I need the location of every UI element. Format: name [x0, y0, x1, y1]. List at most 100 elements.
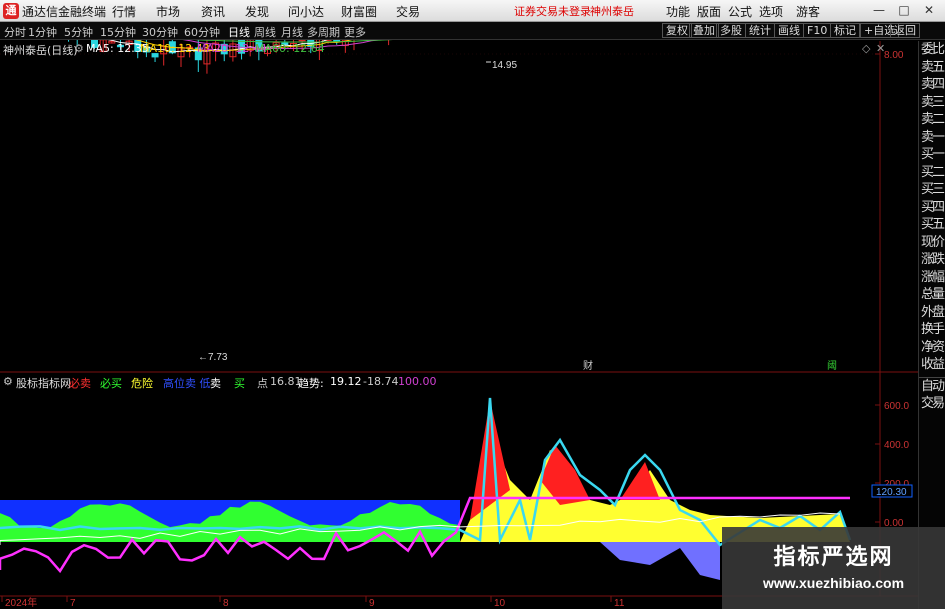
menu-item-ask[interactable]: 问小达: [288, 3, 324, 20]
trend-value-1: 19.12: [330, 375, 362, 388]
sidebar-item[interactable]: 自动: [919, 378, 945, 396]
menu-item-wealth[interactable]: 财富圈: [341, 3, 377, 20]
period-toolbar: 分时 1分钟 5分钟 15分钟 30分钟 60分钟 日线 周线 月线 多周期 更…: [0, 22, 945, 40]
trend-value-3: 100.00: [398, 375, 437, 388]
point-value: 16.81: [270, 375, 302, 388]
menu-item-function[interactable]: 功能: [666, 3, 690, 20]
ind-tick-label: 400.0: [884, 440, 909, 451]
trend-label: 趋势:: [298, 377, 324, 390]
high-price-label: 14.95: [492, 60, 517, 71]
app-title: 通达信金融终端: [22, 5, 107, 19]
label-sell: 卖: [210, 377, 221, 390]
quote-sidebar: 委比 卖五 卖四 卖三 卖二 卖一 买一 买二 买三 买四 买五 现价 涨跌 涨幅 总量 外盘 换手 净资 收益 自动…: [918, 41, 945, 609]
period-tab-30min[interactable]: 30分钟: [142, 24, 178, 40]
sidebar-item: 换手: [920, 322, 945, 337]
label-point: 点: [257, 377, 268, 390]
sidebar-item: 净资: [920, 339, 945, 355]
menu-item-discover[interactable]: 发现: [245, 3, 269, 20]
sidebar-item[interactable]: 交易: [919, 395, 945, 413]
sidebar-item: 卖二: [920, 112, 945, 127]
watermark: 指标严选网 www.xuezhibiao.com: [722, 527, 945, 609]
expand-icon[interactable]: ◇: [862, 42, 870, 55]
earnings-marker: 财: [583, 359, 593, 372]
indicator-settings-icon[interactable]: ⚙: [3, 375, 13, 388]
menu-item-market[interactable]: 市场: [156, 3, 180, 20]
current-tag-label: 120.30: [876, 487, 907, 498]
minimize-icon[interactable]: —: [870, 2, 888, 19]
adjust-button[interactable]: 复权: [662, 23, 692, 38]
event-marker: 阈: [827, 359, 837, 372]
f10-button[interactable]: F10: [803, 23, 832, 38]
sidebar-item: 买三: [920, 182, 945, 197]
draw-button[interactable]: 画线: [774, 23, 804, 38]
settings-icon[interactable]: ⚙: [74, 42, 84, 55]
watermark-cn: 指标严选网: [773, 545, 894, 570]
sidebar-item: 外盘: [920, 304, 945, 320]
ind-tick-label: 600.0: [884, 401, 909, 412]
date-label: 7: [70, 598, 76, 609]
label-must-sell: 必卖: [69, 377, 91, 390]
sidebar-item: 收益: [920, 357, 945, 372]
overlay-button[interactable]: 叠加: [689, 23, 719, 38]
menu-item-news[interactable]: 资讯: [201, 3, 225, 20]
period-tab-weekly[interactable]: 周线: [254, 24, 276, 40]
stats-button[interactable]: 统计: [745, 23, 775, 38]
close-icon[interactable]: ✕: [920, 2, 938, 19]
label-high-sell: 高位卖 低: [163, 377, 211, 390]
period-tab-60min[interactable]: 60分钟: [184, 24, 220, 40]
label-must-buy: 必买: [100, 377, 122, 390]
period-tab-5min[interactable]: 5分钟: [64, 24, 93, 40]
sidebar-item: 卖三: [920, 94, 945, 110]
menu-item-trade[interactable]: 交易: [396, 3, 420, 20]
sidebar-item: 现价: [920, 234, 945, 250]
ma60-label: MA60: 12.64: [255, 42, 325, 55]
sidebar-item: 卖五: [920, 59, 945, 75]
sidebar-item: 委比: [920, 42, 945, 57]
menu-bar: 通 通达信金融终端 行情 市场 资讯 发现 问小达 财富圈 交易 证券交易未登录…: [0, 0, 945, 22]
date-label: 9: [369, 598, 375, 609]
label-danger: 危险: [131, 377, 153, 390]
mark-button[interactable]: 标记: [830, 23, 860, 38]
date-label: 8: [223, 598, 229, 609]
stock-title: 神州泰岳: [590, 5, 634, 18]
charts-canvas[interactable]: 15.0014.0013.0012.0011.0010.009.008.0014…: [0, 0, 945, 609]
login-notice[interactable]: 证券交易未登录: [514, 3, 591, 19]
menu-item-options[interactable]: 选项: [759, 3, 783, 20]
watermark-url: www.xuezhibiao.com: [762, 575, 905, 591]
price-tick-label: 8.00: [884, 50, 904, 61]
sidebar-item: 卖四: [920, 77, 945, 92]
sidebar-item: 买二: [920, 164, 945, 180]
indicator-info: ⚙ 股标指标网 必卖 必买 危险 高位卖 低 卖 买 点 16.81 趋势: 1…: [0, 373, 880, 390]
period-tab-15min[interactable]: 15分钟: [100, 24, 136, 40]
sidebar-item: 买一: [920, 147, 945, 162]
period-tab-1min[interactable]: 1分钟: [28, 24, 57, 40]
sidebar-item: 总量: [920, 287, 945, 302]
yellow-area: [460, 430, 850, 542]
back-button[interactable]: 返回: [890, 23, 920, 38]
menu-item-formula[interactable]: 公式: [728, 3, 752, 20]
label-buy: 买: [234, 377, 245, 390]
date-label: 2024年: [5, 596, 37, 609]
sidebar-item: 涨跌: [920, 252, 945, 267]
date-label: 10: [494, 598, 506, 609]
trend-value-2: -18.74: [363, 375, 399, 388]
menu-item-layout[interactable]: 版面: [697, 3, 721, 20]
purple-area: [600, 542, 720, 580]
period-tab-more[interactable]: 更多: [344, 24, 366, 40]
sidebar-item: 卖一: [920, 129, 945, 145]
maximize-icon[interactable]: □: [895, 2, 913, 19]
user-label[interactable]: 游客: [796, 3, 820, 20]
app-logo-icon: 通: [3, 3, 19, 19]
indicator-name: 股标指标网: [16, 377, 71, 390]
period-tab-monthly[interactable]: 月线: [281, 24, 303, 40]
main-chart-info: 神州泰岳(日线) ⚙ MA5: 12.35 MA10: 12.43 MA20: …: [0, 41, 885, 57]
stock-label: 神州泰岳(日线): [3, 44, 78, 57]
period-tab-daily[interactable]: 日线: [228, 24, 250, 40]
menu-item-quotes[interactable]: 行情: [112, 3, 136, 20]
period-tab-multi[interactable]: 多周期: [307, 24, 340, 40]
multi-stock-button[interactable]: 多股: [716, 23, 746, 38]
period-tab-timeshare[interactable]: 分时: [4, 24, 26, 40]
sidebar-item: 涨幅: [920, 269, 945, 285]
close-panel-icon[interactable]: ✕: [876, 42, 885, 55]
sidebar-item: 买四: [920, 199, 945, 215]
